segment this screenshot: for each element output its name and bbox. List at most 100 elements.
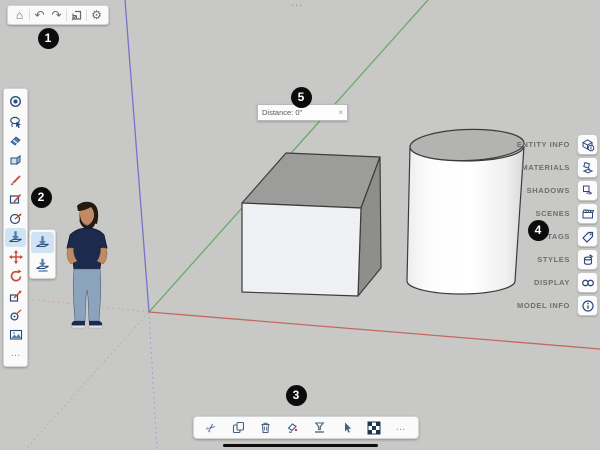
delete-button[interactable]	[257, 419, 275, 437]
entity-info-icon	[581, 138, 595, 152]
hourglass-icon	[313, 421, 326, 434]
model-info-label: MODEL INFO	[517, 301, 570, 310]
callout-badge-2: 2	[31, 187, 52, 208]
materials-button[interactable]	[577, 157, 598, 178]
tags-label: TAGS	[547, 232, 570, 241]
drag-handle[interactable]	[223, 444, 378, 447]
styles-icon	[581, 253, 595, 267]
panel-row-display: DISPLAY	[517, 272, 598, 293]
tape-measure-tool-button[interactable]	[5, 305, 26, 324]
paint-flip-icon	[286, 421, 299, 434]
select-tool-icon	[9, 95, 22, 108]
paint-tool-button[interactable]	[5, 150, 26, 169]
flyout-offset-push-pull-button[interactable]	[31, 255, 54, 276]
more-actions-icon: …	[396, 423, 406, 433]
shadows-icon	[581, 184, 595, 198]
display-button[interactable]	[577, 272, 598, 293]
lasso-tool-icon	[9, 115, 22, 128]
toolbar-separator	[86, 9, 87, 21]
person-figure[interactable]	[67, 202, 107, 328]
box-front-face[interactable]	[242, 203, 361, 296]
modeling-viewport[interactable]	[0, 0, 600, 450]
callout-badge-3: 3	[286, 385, 307, 406]
cylinder-body[interactable]	[407, 146, 524, 294]
entity-info-label: ENTITY INFO	[517, 140, 570, 149]
settings-button[interactable]: ⚙	[88, 7, 105, 23]
offset-push-pull-tool-icon	[35, 258, 50, 273]
blue-axis	[125, 0, 149, 312]
styles-button[interactable]	[577, 249, 598, 270]
scenes-label: SCENES	[536, 209, 570, 218]
materials-icon	[581, 161, 595, 175]
tags-icon	[581, 230, 595, 244]
cut-button[interactable]: ✂	[203, 419, 221, 437]
redo-button[interactable]: ↷	[48, 7, 65, 23]
trash-icon	[259, 421, 272, 434]
measurement-value: Distance: 0"	[262, 108, 302, 117]
tags-button[interactable]	[577, 226, 598, 247]
box-object[interactable]	[242, 153, 381, 296]
rotate-tool-button[interactable]	[5, 267, 26, 286]
person-left-sole	[72, 326, 86, 329]
paint-button[interactable]	[284, 419, 302, 437]
export-button[interactable]	[68, 7, 85, 23]
push-pull-tool-button[interactable]	[5, 228, 26, 247]
export-icon	[71, 9, 83, 21]
undo-icon: ↶	[34, 9, 44, 21]
flyout-push-pull-button[interactable]	[31, 232, 54, 253]
arc-tool-button[interactable]	[5, 208, 26, 227]
left-tool-palette: …	[3, 88, 28, 367]
home-button[interactable]: ⌂	[11, 7, 28, 23]
more-tools-icon: …	[11, 349, 21, 359]
gear-icon: ⚙	[91, 9, 102, 21]
select-tool-button[interactable]	[5, 92, 26, 111]
select-cursor-button[interactable]	[338, 419, 356, 437]
green-axis-negative	[25, 312, 149, 450]
move-tool-button[interactable]	[5, 247, 26, 266]
shapes-tool-icon	[9, 192, 22, 205]
cursor-icon	[341, 421, 353, 434]
image-tool-button[interactable]	[5, 325, 26, 344]
close-icon[interactable]: ×	[338, 109, 343, 117]
home-icon: ⌂	[16, 9, 23, 21]
panel-row-shadows: SHADOWS	[517, 180, 598, 201]
image-tool-icon	[9, 328, 23, 341]
red-axis	[149, 312, 600, 349]
scale-tool-button[interactable]	[5, 286, 26, 305]
line-tool-icon	[9, 173, 22, 186]
sketchup-window: ⌂ ↶ ↷ ⚙ ...	[0, 0, 600, 450]
styles-label: STYLES	[537, 255, 570, 264]
eraser-tool-icon	[9, 134, 22, 147]
panel-row-entity-info: ENTITY INFO	[517, 134, 598, 155]
undo-button[interactable]: ↶	[31, 7, 48, 23]
panel-row-styles: STYLES	[517, 249, 598, 270]
bottom-context-toolbar: ✂	[193, 416, 419, 439]
toolbar-separator	[29, 9, 30, 21]
push-pull-tool-icon	[35, 235, 50, 250]
arc-tool-icon	[9, 212, 22, 225]
panel-row-model-info: MODEL INFO	[517, 295, 598, 316]
more-actions-button[interactable]: …	[392, 419, 410, 437]
more-tools-button[interactable]: …	[5, 344, 26, 363]
copy-icon	[232, 421, 245, 434]
hourglass-button[interactable]	[311, 419, 329, 437]
pattern-button[interactable]	[365, 419, 383, 437]
lasso-tool-button[interactable]	[5, 111, 26, 130]
redo-icon: ↷	[51, 9, 61, 21]
shadows-label: SHADOWS	[527, 186, 570, 195]
cylinder-object[interactable]	[407, 128, 525, 294]
eraser-tool-button[interactable]	[5, 131, 26, 150]
person-jeans	[73, 269, 101, 321]
viewport-overflow-ellipsis[interactable]: ...	[291, 0, 303, 9]
callout-badge-1: 1	[38, 28, 59, 49]
scenes-button[interactable]	[577, 203, 598, 224]
copy-button[interactable]	[230, 419, 248, 437]
shapes-tool-button[interactable]	[5, 189, 26, 208]
push-pull-flyout	[29, 229, 56, 279]
line-tool-button[interactable]	[5, 170, 26, 189]
model-info-button[interactable]	[577, 295, 598, 316]
box-top-face[interactable]	[242, 153, 380, 208]
panel-row-scenes: SCENES	[517, 203, 598, 224]
entity-info-button[interactable]	[577, 134, 598, 155]
shadows-button[interactable]	[577, 180, 598, 201]
